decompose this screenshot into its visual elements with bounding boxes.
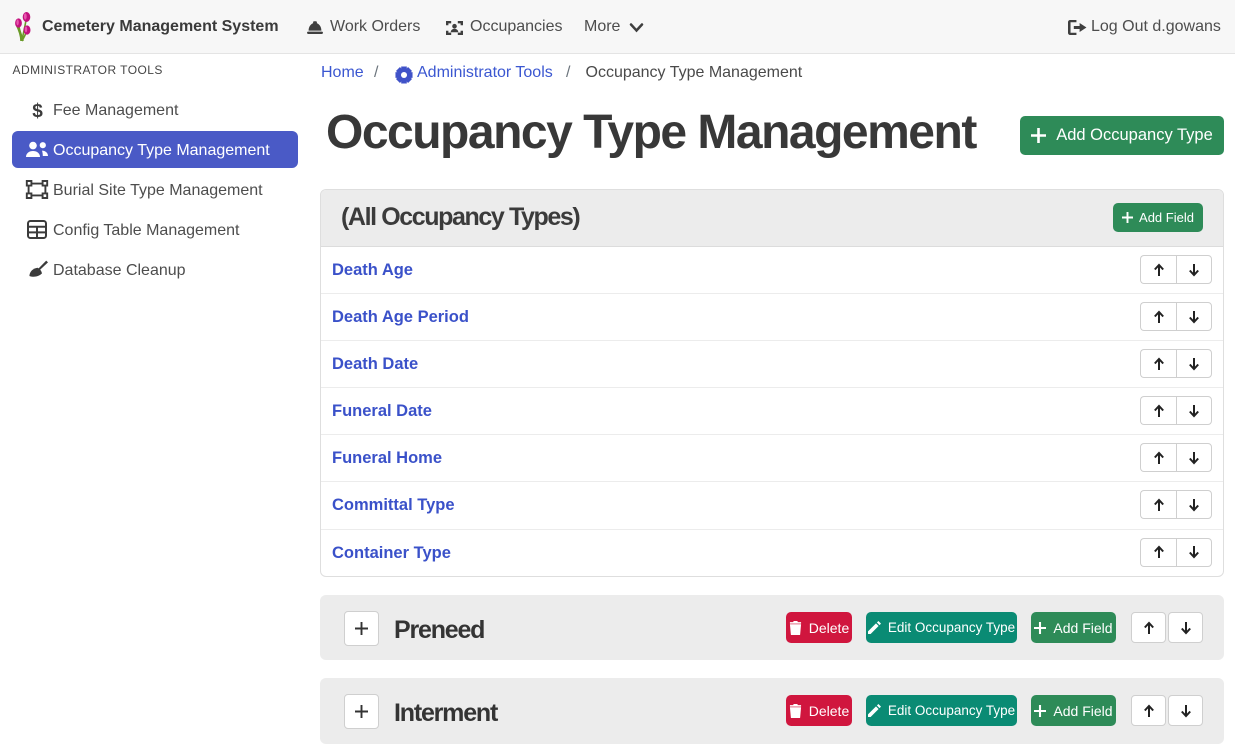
svg-text:$: $ bbox=[32, 101, 43, 120]
